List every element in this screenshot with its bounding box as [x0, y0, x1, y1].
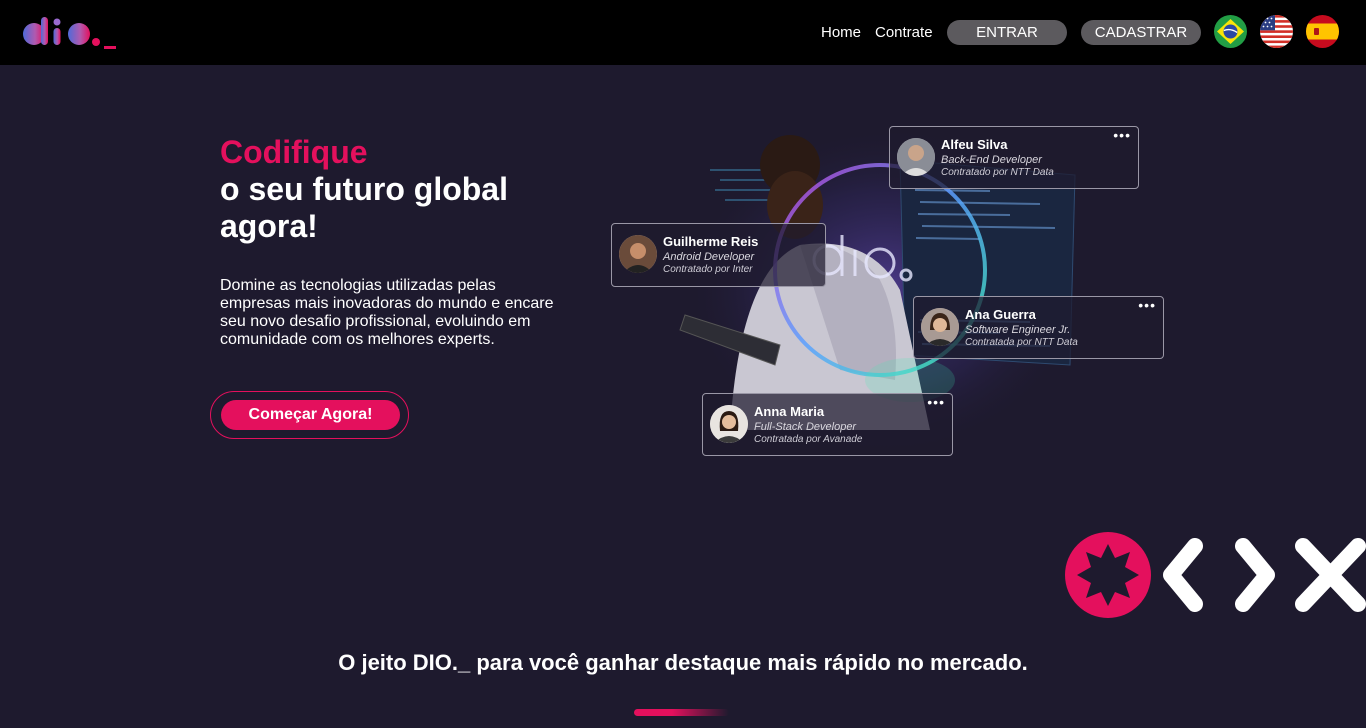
profile-role: Software Engineer Jr. — [965, 324, 1071, 336]
spain-flag-icon[interactable] — [1306, 15, 1339, 48]
nav-hire-link[interactable]: Contrate — [875, 24, 933, 41]
profile-role: Back-End Developer — [941, 154, 1042, 166]
login-button[interactable]: ENTRAR — [947, 20, 1067, 45]
tagline-underline — [634, 709, 729, 716]
hero-title: Codifique o seu futuro global agora! — [220, 134, 508, 245]
brazil-flag-icon[interactable] — [1214, 15, 1247, 48]
profile-name: Guilherme Reis — [663, 234, 759, 249]
hero-title-line: o seu futuro global — [220, 171, 508, 207]
more-options-icon[interactable]: ••• — [1138, 297, 1156, 313]
decorative-shapes — [1065, 532, 1366, 618]
start-now-button[interactable]: Começar Agora! — [221, 400, 400, 430]
profile-card[interactable]: Anna Maria Full-Stack Developer Contrata… — [702, 393, 953, 456]
profile-hired-by: Contratado por NTT Data — [941, 167, 1054, 178]
top-navbar: Home Contrate ENTRAR CADASTRAR — [0, 0, 1366, 65]
chevron-right-icon — [1235, 538, 1275, 612]
cta-button-outline: Começar Agora! — [210, 391, 409, 439]
section-tagline: O jeito DIO._ para você ganhar destaque … — [338, 650, 1028, 675]
avatar — [897, 138, 935, 176]
star-badge-icon — [1065, 532, 1151, 618]
chevron-left-icon — [1163, 538, 1203, 612]
profile-name: Anna Maria — [754, 404, 825, 419]
profile-hired-by: Contratado por Inter — [663, 264, 753, 275]
profile-role: Android Developer — [663, 251, 755, 263]
close-x-icon — [1295, 538, 1366, 612]
profile-card[interactable]: Ana Guerra Software Engineer Jr. Contrat… — [913, 296, 1164, 359]
profile-card[interactable]: Alfeu Silva Back-End Developer Contratad… — [889, 126, 1139, 189]
profile-name: Alfeu Silva — [941, 137, 1008, 152]
avatar — [710, 405, 748, 443]
profile-name: Ana Guerra — [965, 307, 1036, 322]
profile-role: Full-Stack Developer — [754, 421, 857, 433]
hero-title-line: agora! — [220, 208, 318, 244]
profile-card[interactable]: Guilherme Reis Android Developer Contrat… — [611, 223, 826, 287]
signup-button[interactable]: CADASTRAR — [1081, 20, 1201, 45]
more-options-icon[interactable]: ••• — [1113, 127, 1131, 143]
nav-home-link[interactable]: Home — [821, 24, 861, 41]
hero-title-accent: Codifique — [220, 134, 368, 170]
profile-hired-by: Contratada por NTT Data — [965, 337, 1078, 348]
profile-hired-by: Contratada por Avanade — [754, 434, 863, 445]
usa-flag-icon[interactable] — [1260, 15, 1293, 48]
avatar — [921, 308, 959, 346]
dio-logo[interactable] — [22, 14, 122, 54]
more-options-icon[interactable]: ••• — [927, 394, 945, 410]
hero-description: Domine as tecnologias utilizadas pelas e… — [220, 277, 554, 348]
avatar — [619, 235, 657, 273]
